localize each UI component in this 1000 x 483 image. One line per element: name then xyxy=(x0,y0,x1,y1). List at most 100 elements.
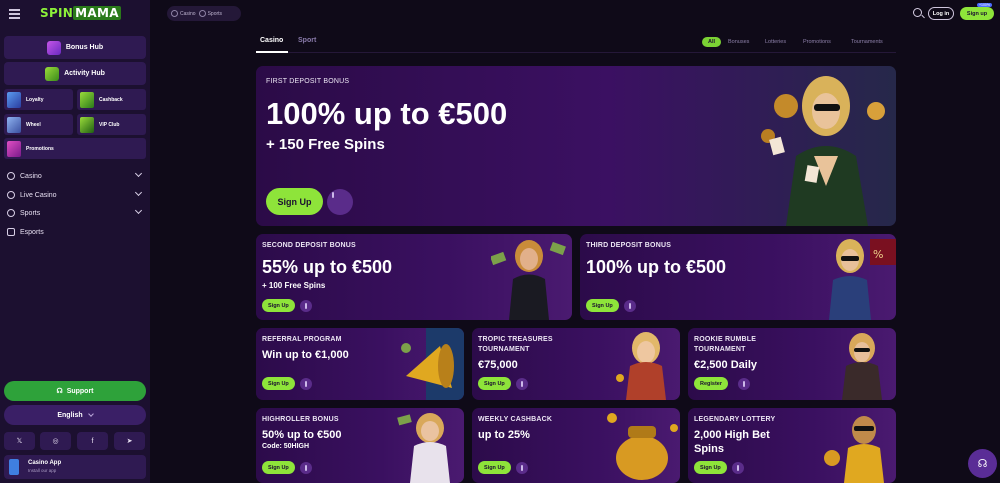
ball-icon xyxy=(7,209,15,217)
filter-lotteries[interactable]: Lotteries xyxy=(765,37,786,47)
gift-icon xyxy=(46,40,61,55)
card-title: €2,500 Daily xyxy=(694,359,757,371)
card-label: ROOKIE RUMBLE xyxy=(694,336,757,343)
language-select[interactable]: English xyxy=(4,405,146,425)
highroller-bonus-card[interactable]: HIGHROLLER BONUS 50% up to €500 Code: 50… xyxy=(256,408,464,483)
third-deposit-bonus-card[interactable]: THIRD DEPOSIT BONUS 100% up to €500 Sign… xyxy=(580,234,896,320)
info-icon[interactable] xyxy=(300,462,312,474)
app-title: Casino App xyxy=(28,460,62,466)
search-icon[interactable] xyxy=(913,8,922,17)
signup-button[interactable]: Sign Up xyxy=(478,461,511,474)
x-social-icon[interactable]: 𝕏 xyxy=(4,432,35,450)
referral-program-card[interactable]: REFERRAL PROGRAM Win up to €1,000 Sign U… xyxy=(256,328,464,400)
sidebar-item-live-casino[interactable]: Live Casino xyxy=(7,188,143,202)
sidebar-tile-promotions[interactable]: Promotions xyxy=(4,138,146,159)
first-deposit-bonus-card[interactable]: FIRST DEPOSIT BONUS 100% up to €500 + 15… xyxy=(256,66,896,226)
language-label: English xyxy=(57,411,83,419)
info-icon[interactable] xyxy=(300,300,312,312)
info-icon[interactable] xyxy=(300,378,312,390)
card-label: FIRST DEPOSIT BONUS xyxy=(266,78,350,85)
nav-label: Sports xyxy=(20,209,41,217)
live-icon xyxy=(7,191,15,199)
wheel-icon xyxy=(7,116,21,133)
cashback-bag-illustration xyxy=(607,413,678,480)
card-label: HIGHROLLER BONUS xyxy=(262,416,339,423)
tile-label: VIP Club xyxy=(99,121,120,128)
card-title: 2,000 High Bet xyxy=(694,429,770,441)
hero-woman-illustration xyxy=(761,76,885,226)
telegram-icon[interactable]: ➤ xyxy=(114,432,145,450)
card-title: 50% up to €500 xyxy=(262,429,342,441)
promotions-icon xyxy=(7,140,21,157)
headset-icon: ☊ xyxy=(56,388,63,395)
register-button[interactable]: Register xyxy=(694,377,729,390)
info-icon[interactable] xyxy=(327,189,353,215)
top-header: Casino Sports Log in Sign up +100% xyxy=(150,0,1000,28)
login-button[interactable]: Log in xyxy=(928,7,954,20)
info-icon[interactable] xyxy=(516,462,528,474)
info-icon[interactable] xyxy=(738,378,750,390)
megaphone-illustration xyxy=(401,328,464,400)
chat-support-button[interactable]: ☊ xyxy=(968,449,997,478)
tab-sport[interactable]: Sport xyxy=(298,37,316,44)
tile-label: Loyalty xyxy=(26,96,44,103)
casino-app-banner[interactable]: Casino App Install our app xyxy=(4,455,146,479)
filter-bonuses[interactable]: Bonuses xyxy=(728,37,749,47)
support-button[interactable]: ☊ Support xyxy=(4,381,146,401)
ball-icon xyxy=(198,10,206,17)
sidebar-tile-vip-club[interactable]: VIP Club xyxy=(77,114,146,135)
sidebar-item-sports[interactable]: Sports xyxy=(7,206,143,220)
chevron-down-icon xyxy=(87,411,94,417)
signup-button[interactable]: Sign Up xyxy=(586,299,619,312)
signup-button[interactable]: Sign Up xyxy=(262,377,295,390)
card-label-2: TOURNAMENT xyxy=(694,346,746,353)
instagram-icon[interactable]: ◎ xyxy=(40,432,71,450)
card-subtitle: + 100 Free Spins xyxy=(262,281,326,290)
hero-signup-button[interactable]: Sign Up xyxy=(266,188,323,215)
signup-button[interactable]: Sign Up xyxy=(262,299,295,312)
card-title: 100% up to €500 xyxy=(266,96,508,131)
signup-button[interactable]: Sign Up xyxy=(478,377,511,390)
tropic-treasures-card[interactable]: TROPIC TREASURES TOURNAMENT €75,000 Sign… xyxy=(472,328,680,400)
rookie-rumble-card[interactable]: ROOKIE RUMBLE TOURNAMENT €2,500 Daily Re… xyxy=(688,328,896,400)
signup-button[interactable]: Sign up xyxy=(960,7,994,20)
sidebar-tile-cashback[interactable]: Cashback xyxy=(77,89,146,110)
sidebar-item-esports[interactable]: Esports xyxy=(7,225,143,239)
facebook-icon[interactable]: f xyxy=(77,432,108,450)
logo-part2: MAMA xyxy=(73,6,121,20)
pill-label: Sports xyxy=(207,10,223,17)
weekly-cashback-card[interactable]: WEEKLY CASHBACK up to 25% Sign Up xyxy=(472,408,680,483)
second-deposit-bonus-card[interactable]: SECOND DEPOSIT BONUS 55% up to €500 + 10… xyxy=(256,234,572,320)
card-title: 100% up to €500 xyxy=(586,257,727,277)
card-subtitle: + 150 Free Spins xyxy=(266,136,385,153)
bonus-code: Code: 50HIGH xyxy=(262,443,310,450)
filter-tournaments[interactable]: Tournaments xyxy=(851,37,883,47)
hamburger-menu-icon[interactable] xyxy=(9,9,20,19)
headset-icon: ☊ xyxy=(977,458,988,470)
woman-with-cash-illustration xyxy=(491,240,566,320)
sidebar-header: SPIN MAMA xyxy=(0,0,150,30)
legendary-lottery-card[interactable]: LEGENDARY LOTTERY 2,000 High Bet Spins S… xyxy=(688,408,896,483)
gamepad-icon xyxy=(7,228,15,236)
spinmama-logo[interactable]: SPIN MAMA xyxy=(40,6,121,20)
chevron-down-icon xyxy=(134,206,143,215)
activity-hub-button[interactable]: Activity Hub xyxy=(4,62,146,85)
signup-button[interactable]: Sign Up xyxy=(262,461,295,474)
info-icon[interactable] xyxy=(624,300,636,312)
sidebar-tile-wheel[interactable]: Wheel xyxy=(4,114,73,135)
sidebar-item-casino[interactable]: Casino xyxy=(7,169,143,183)
signup-button[interactable]: Sign Up xyxy=(694,461,727,474)
info-icon[interactable] xyxy=(516,378,528,390)
card-label: LEGENDARY LOTTERY xyxy=(694,416,776,423)
info-icon[interactable] xyxy=(732,462,744,474)
bonus-hub-button[interactable]: Bonus Hub xyxy=(4,36,146,59)
cherry-icon xyxy=(171,10,178,17)
sidebar-tile-loyalty[interactable]: Loyalty xyxy=(4,89,73,110)
pill-casino[interactable]: Casino xyxy=(171,10,196,17)
tab-casino[interactable]: Casino xyxy=(260,37,283,44)
pill-sports[interactable]: Sports xyxy=(198,10,223,17)
card-label: REFERRAL PROGRAM xyxy=(262,336,342,343)
filter-promotions[interactable]: Promotions xyxy=(803,37,831,47)
filter-all[interactable]: All xyxy=(702,37,722,47)
tile-label: Promotions xyxy=(26,145,54,152)
